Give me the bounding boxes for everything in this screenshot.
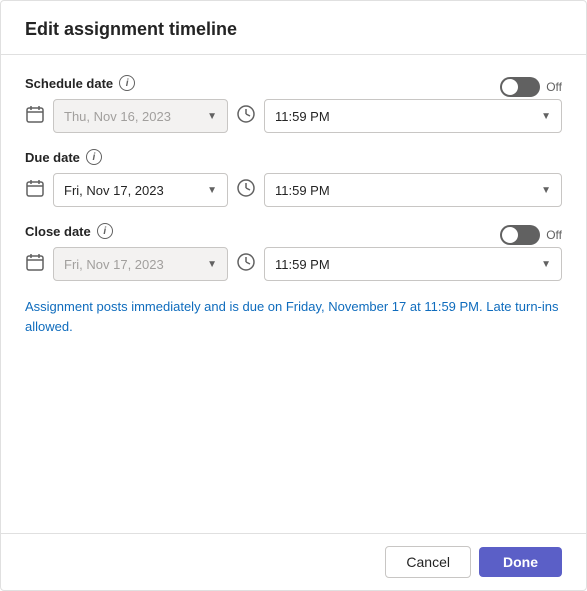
- due-date-value: Fri, Nov 17, 2023: [64, 183, 164, 198]
- schedule-date-value: Thu, Nov 16, 2023: [64, 109, 171, 124]
- schedule-time-chevron-icon: ▼: [541, 111, 551, 122]
- schedule-time-value: 11:59 PM: [275, 109, 330, 124]
- schedule-date-chevron-icon: ▼: [207, 111, 217, 122]
- schedule-time-picker[interactable]: 11:59 PM ▼: [264, 99, 562, 133]
- close-time-value: 11:59 PM: [275, 257, 330, 272]
- schedule-date-info-icon[interactable]: i: [119, 75, 135, 91]
- due-date-info-icon[interactable]: i: [86, 149, 102, 165]
- due-date-section: Due date i Fri, Nov 17, 2023 ▼: [25, 149, 562, 207]
- done-button[interactable]: Done: [479, 547, 562, 577]
- schedule-date-label-row: Schedule date i: [25, 75, 135, 91]
- due-date-label-row: Due date i: [25, 149, 562, 165]
- schedule-date-header: Schedule date i Off: [25, 75, 562, 99]
- close-date-chevron-icon: ▼: [207, 259, 217, 270]
- close-calendar-icon: [25, 252, 45, 277]
- schedule-toggle-knob: [502, 79, 518, 95]
- schedule-date-row: Thu, Nov 16, 2023 ▼ 11:59 PM ▼: [25, 99, 562, 133]
- close-date-section: Close date i Off: [25, 223, 562, 281]
- dialog-footer: Cancel Done: [1, 533, 586, 590]
- due-date-label: Due date: [25, 150, 80, 165]
- close-toggle-wrap: Off: [500, 225, 562, 245]
- due-time-picker[interactable]: 11:59 PM ▼: [264, 173, 562, 207]
- schedule-date-label: Schedule date: [25, 76, 113, 91]
- schedule-toggle-label: Off: [546, 80, 562, 94]
- schedule-toggle-wrap: Off: [500, 77, 562, 97]
- close-date-header: Close date i Off: [25, 223, 562, 247]
- schedule-date-picker[interactable]: Thu, Nov 16, 2023 ▼: [53, 99, 228, 133]
- dialog-body: Schedule date i Off: [1, 55, 586, 533]
- due-time-value: 11:59 PM: [275, 183, 330, 198]
- close-date-label: Close date: [25, 224, 91, 239]
- close-date-row: Fri, Nov 17, 2023 ▼ 11:59 PM ▼: [25, 247, 562, 281]
- schedule-toggle[interactable]: [500, 77, 540, 97]
- schedule-clock-icon: [236, 104, 256, 129]
- cancel-button[interactable]: Cancel: [385, 546, 471, 578]
- due-calendar-icon: [25, 178, 45, 203]
- close-time-chevron-icon: ▼: [541, 259, 551, 270]
- due-date-chevron-icon: ▼: [207, 185, 217, 196]
- close-clock-icon: [236, 252, 256, 277]
- assignment-info-text: Assignment posts immediately and is due …: [25, 297, 562, 336]
- due-clock-icon: [236, 178, 256, 203]
- due-date-row: Fri, Nov 17, 2023 ▼ 11:59 PM ▼: [25, 173, 562, 207]
- schedule-calendar-icon: [25, 104, 45, 129]
- schedule-date-section: Schedule date i Off: [25, 75, 562, 133]
- close-toggle[interactable]: [500, 225, 540, 245]
- close-toggle-knob: [502, 227, 518, 243]
- edit-assignment-dialog: Edit assignment timeline Schedule date i…: [0, 0, 587, 591]
- close-time-picker[interactable]: 11:59 PM ▼: [264, 247, 562, 281]
- close-toggle-label: Off: [546, 228, 562, 242]
- close-date-label-row: Close date i: [25, 223, 113, 239]
- close-date-value: Fri, Nov 17, 2023: [64, 257, 164, 272]
- due-date-picker[interactable]: Fri, Nov 17, 2023 ▼: [53, 173, 228, 207]
- close-date-info-icon[interactable]: i: [97, 223, 113, 239]
- close-date-picker[interactable]: Fri, Nov 17, 2023 ▼: [53, 247, 228, 281]
- due-time-chevron-icon: ▼: [541, 185, 551, 196]
- dialog-title: Edit assignment timeline: [25, 19, 237, 39]
- dialog-header: Edit assignment timeline: [1, 1, 586, 55]
